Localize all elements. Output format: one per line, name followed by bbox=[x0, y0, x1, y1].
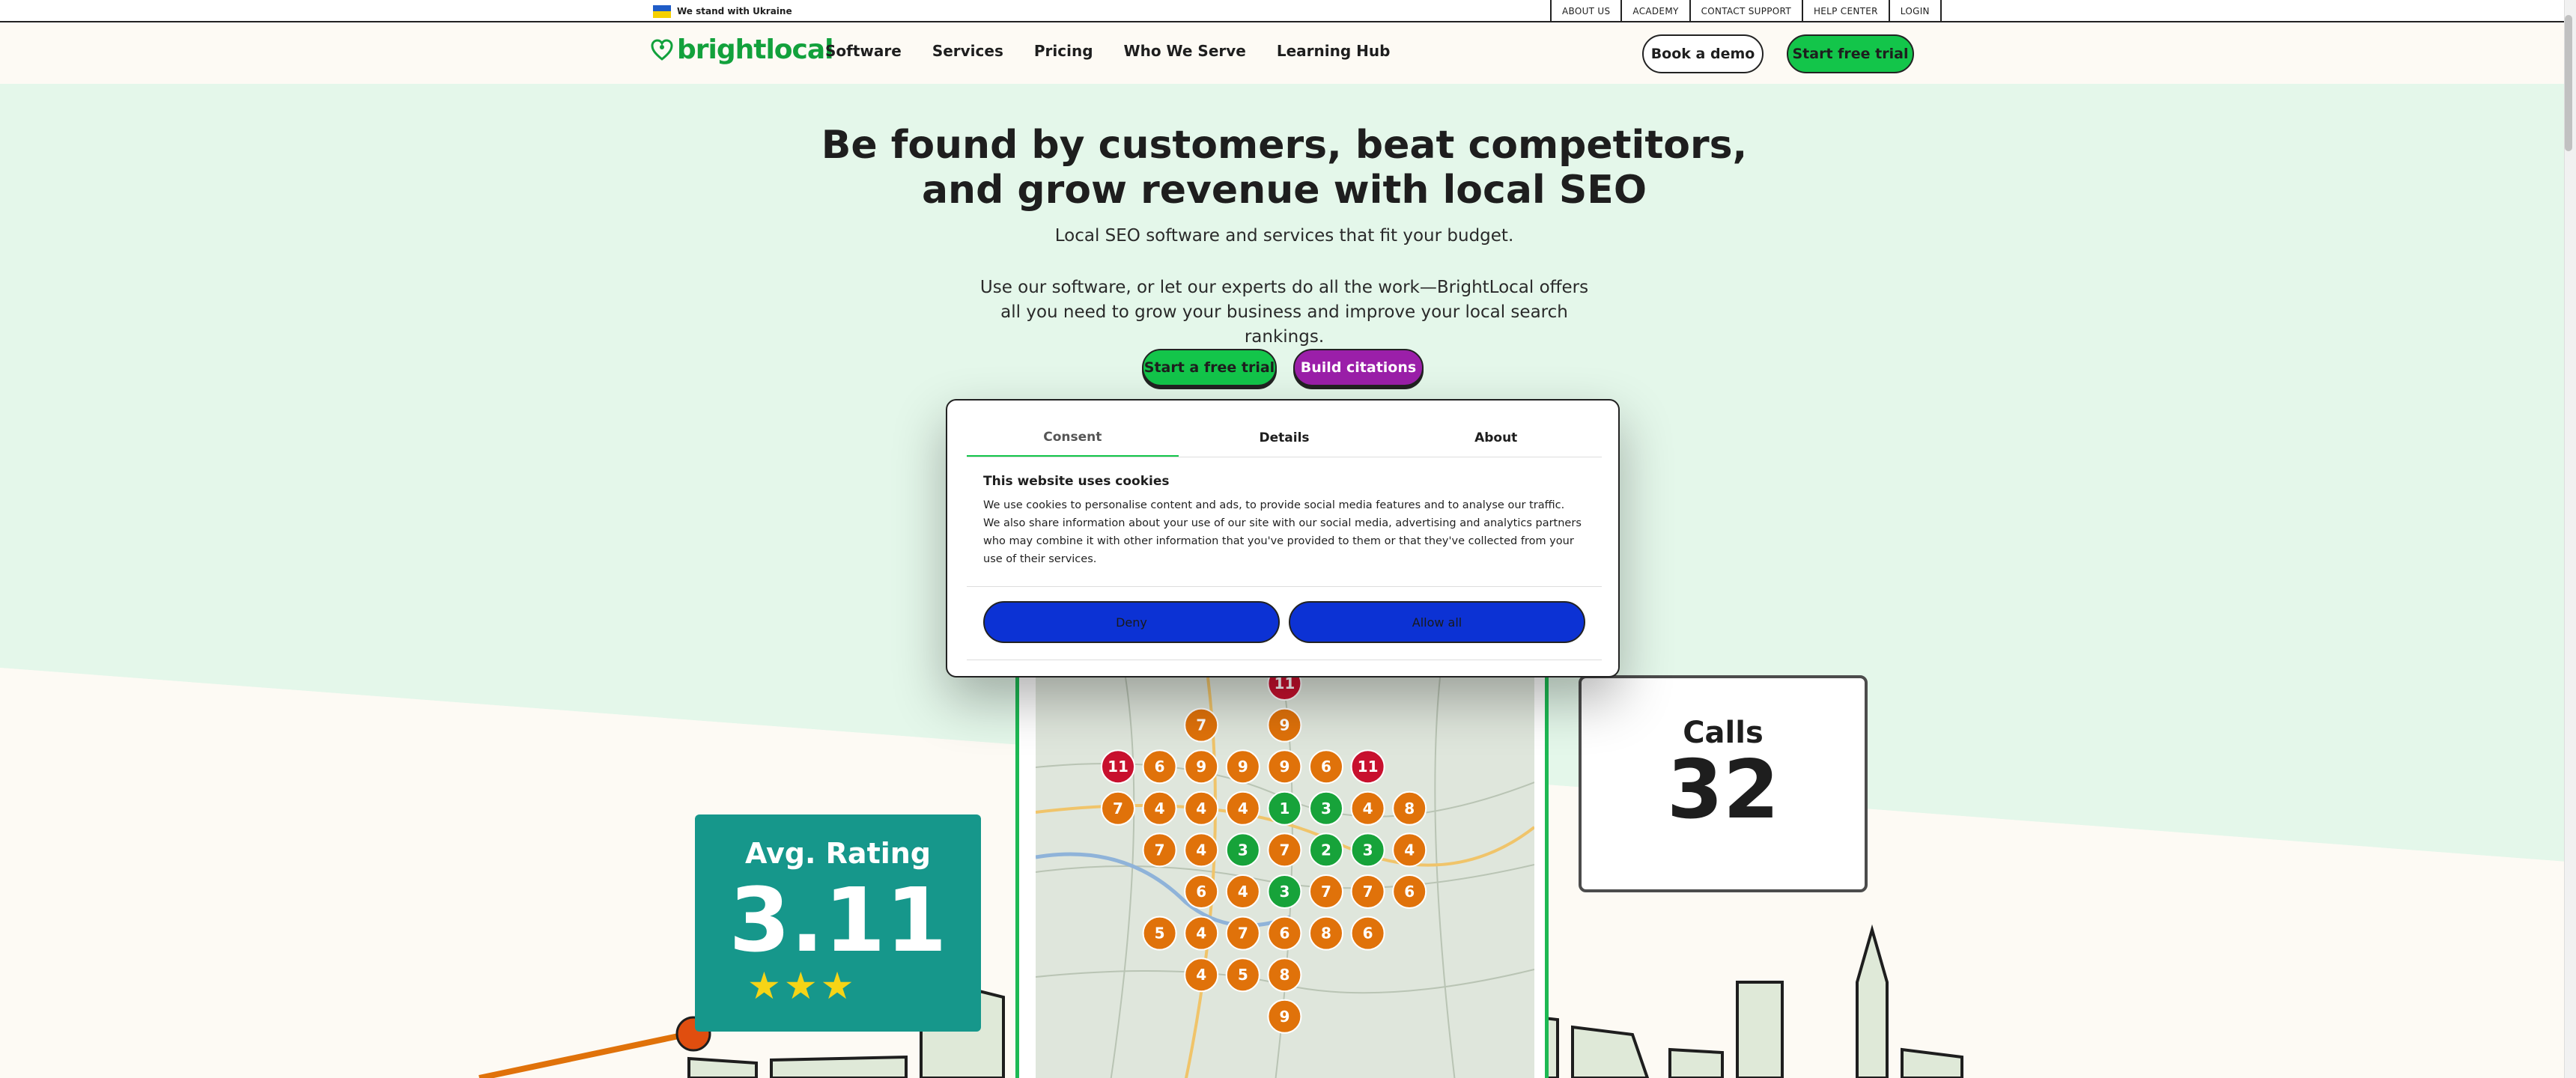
rank-marker-label: 6 bbox=[1321, 758, 1331, 776]
cookie-consent-dialog: Consent Details About This website uses … bbox=[946, 399, 1620, 677]
avg-rating-label: Avg. Rating bbox=[744, 837, 932, 870]
rank-marker-label: 4 bbox=[1196, 800, 1206, 817]
tab-about[interactable]: About bbox=[1390, 418, 1602, 457]
rank-marker-label: 1 bbox=[1279, 800, 1289, 817]
ukraine-banner[interactable]: We stand with Ukraine bbox=[653, 4, 792, 18]
cookie-tabs: Consent Details About bbox=[967, 418, 1602, 457]
utility-links: ABOUT US ACADEMY CONTACT SUPPORT HELP CE… bbox=[1550, 0, 1942, 22]
rank-marker-label: 5 bbox=[1238, 966, 1248, 984]
page-scrollbar[interactable] bbox=[2564, 0, 2576, 1078]
ukraine-flag-icon bbox=[653, 4, 671, 18]
nav-item-services[interactable]: Services bbox=[932, 42, 1003, 60]
rank-marker-label: 4 bbox=[1196, 841, 1206, 859]
rank-marker-label: 7 bbox=[1321, 883, 1331, 901]
calls-value: 32 bbox=[1666, 743, 1780, 837]
deny-button[interactable]: Deny bbox=[983, 601, 1280, 643]
rank-marker-label: 8 bbox=[1321, 925, 1331, 943]
rank-marker-label: 7 bbox=[1155, 841, 1165, 859]
allow-all-button[interactable]: Allow all bbox=[1289, 601, 1585, 643]
rank-grid-map-panel: 11 7 9 11 6 9 9 9 6 11 7 4 4 4 1 3 4 8 7 4 3 7 2 3 4 6 4 3 7 7 6 5 4 7 6 8 6… bbox=[1015, 659, 1549, 1078]
rank-marker-label: 7 bbox=[1363, 883, 1373, 901]
rank-grid-map: 11 7 9 11 6 9 9 9 6 11 7 4 4 4 1 3 4 8 7 4 3 7 2 3 4 6 4 3 7 7 6 5 4 7 6 8 6… bbox=[1036, 677, 1534, 1078]
academy-link[interactable]: ACADEMY bbox=[1620, 0, 1689, 22]
rank-marker-label: 8 bbox=[1404, 800, 1415, 817]
rank-marker-label: 7 bbox=[1113, 800, 1123, 817]
rank-marker-label: 3 bbox=[1321, 800, 1331, 817]
avg-rating-card: Avg. Rating 3.11 ★★★ bbox=[695, 814, 981, 1032]
rank-marker-label: 6 bbox=[1155, 758, 1165, 776]
calls-card: Calls 32 bbox=[1579, 675, 1868, 892]
start-a-free-trial-button[interactable]: Start a free trial bbox=[1142, 349, 1277, 386]
rank-marker-label: 6 bbox=[1279, 925, 1289, 943]
nav-item-learning-hub[interactable]: Learning Hub bbox=[1277, 42, 1391, 60]
rank-marker-label: 9 bbox=[1238, 758, 1248, 776]
rank-marker-label: 11 bbox=[1108, 758, 1128, 776]
rating-stars: ★★★ bbox=[747, 964, 857, 1008]
rank-marker-label: 9 bbox=[1196, 758, 1206, 776]
rank-marker-label: 4 bbox=[1404, 841, 1415, 859]
rank-marker-label: 6 bbox=[1363, 925, 1373, 943]
rank-marker-label: 3 bbox=[1279, 883, 1289, 901]
ukraine-text: We stand with Ukraine bbox=[677, 6, 792, 16]
hero-subtitle: Local SEO software and services that fit… bbox=[1054, 226, 1514, 246]
rank-marker-label: 9 bbox=[1279, 758, 1289, 776]
rank-marker-label: 7 bbox=[1279, 841, 1289, 859]
tab-details[interactable]: Details bbox=[1179, 418, 1391, 457]
rank-marker-label: 4 bbox=[1196, 966, 1206, 984]
rank-marker-label: 3 bbox=[1363, 841, 1373, 859]
build-citations-button[interactable]: Build citations bbox=[1293, 349, 1424, 386]
rank-marker-label: 4 bbox=[1196, 925, 1206, 943]
rank-marker-label: 11 bbox=[1358, 758, 1379, 776]
rank-marker-label: 7 bbox=[1196, 716, 1206, 734]
scrollbar-thumb[interactable] bbox=[2565, 15, 2572, 151]
rank-marker-label: 11 bbox=[1274, 677, 1295, 692]
rank-marker-label: 7 bbox=[1238, 925, 1248, 943]
rank-marker-label: 6 bbox=[1196, 883, 1206, 901]
map-canvas: 11 7 9 11 6 9 9 9 6 11 7 4 4 4 1 3 4 8 7 4 3 7 2 3 4 6 4 3 7 7 6 5 4 7 6 8 6… bbox=[1036, 677, 1534, 1078]
avg-rating-value: 3.11 bbox=[729, 868, 947, 972]
nav-menu: Software Services Pricing Who We Serve L… bbox=[825, 42, 1390, 60]
brightlocal-logo[interactable]: brightlocal bbox=[650, 34, 834, 65]
contact-support-link[interactable]: CONTACT SUPPORT bbox=[1689, 0, 1802, 22]
tab-consent[interactable]: Consent bbox=[967, 418, 1179, 457]
rank-marker-label: 8 bbox=[1279, 966, 1289, 984]
logo-text: brightlocal bbox=[677, 34, 834, 65]
rank-marker-label: 3 bbox=[1238, 841, 1248, 859]
cookie-title: This website uses cookies bbox=[983, 474, 1170, 489]
nav-item-software[interactable]: Software bbox=[825, 42, 902, 60]
book-demo-button[interactable]: Book a demo bbox=[1642, 34, 1764, 73]
rank-marker-label: 2 bbox=[1321, 841, 1331, 859]
nav-item-pricing[interactable]: Pricing bbox=[1034, 42, 1093, 60]
hero-body: Use our software, or let our experts do … bbox=[979, 278, 1589, 347]
divider bbox=[967, 586, 1602, 587]
rank-marker-label: 9 bbox=[1279, 1008, 1289, 1026]
rank-marker-label: 4 bbox=[1238, 800, 1248, 817]
cookie-body: We use cookies to personalise content an… bbox=[983, 499, 1582, 565]
rank-marker-label: 9 bbox=[1279, 716, 1289, 734]
nav-item-who-we-serve[interactable]: Who We Serve bbox=[1124, 42, 1246, 60]
utility-bar: We stand with Ukraine ABOUT US ACADEMY C… bbox=[0, 0, 2576, 22]
heart-pin-icon bbox=[651, 38, 673, 61]
rank-marker-label: 4 bbox=[1238, 883, 1248, 901]
hero-title: Be found by customers, beat competitors,… bbox=[821, 123, 1748, 213]
main-nav: brightlocal Software Services Pricing Wh… bbox=[0, 22, 2576, 84]
start-free-trial-button[interactable]: Start free trial bbox=[1787, 34, 1914, 73]
rank-marker-label: 5 bbox=[1155, 925, 1165, 943]
about-us-link[interactable]: ABOUT US bbox=[1550, 0, 1620, 22]
rank-marker-label: 4 bbox=[1155, 800, 1165, 817]
help-center-link[interactable]: HELP CENTER bbox=[1801, 0, 1889, 22]
rank-marker-label: 4 bbox=[1363, 800, 1373, 817]
login-link[interactable]: LOGIN bbox=[1888, 0, 1942, 22]
rank-marker-label: 6 bbox=[1404, 883, 1415, 901]
